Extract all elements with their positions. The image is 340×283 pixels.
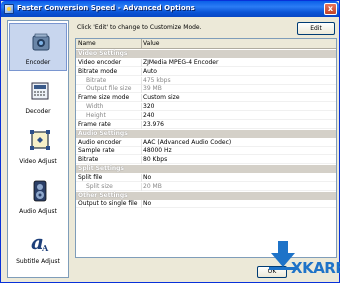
sidebar-item-encoder[interactable]: Encoder — [9, 23, 67, 71]
property-name: Output file size — [86, 85, 132, 93]
advanced-options-window: Faster Conversion Speed - Advanced Optio… — [0, 0, 340, 283]
title-bar[interactable]: Faster Conversion Speed - Advanced Optio… — [1, 1, 339, 17]
section-header-row[interactable]: Split Settings — [76, 165, 336, 174]
property-value[interactable]: Auto — [143, 68, 157, 75]
section-title: Video Settings — [78, 50, 128, 57]
sidebar-item-label: Video Adjust — [19, 158, 57, 165]
app-icon — [4, 4, 14, 14]
property-row[interactable]: Video encoder ZJMedia MPEG-4 Encoder — [76, 58, 336, 67]
property-value[interactable]: 48000 Hz — [143, 147, 172, 154]
edit-button[interactable]: Edit — [297, 22, 335, 35]
property-row[interactable]: Width 320 — [76, 103, 336, 112]
mode-hint-text: Click 'Edit' to change to Customize Mode… — [77, 24, 202, 31]
section-title: Split Settings — [78, 165, 125, 173]
property-name: Video encoder — [78, 58, 122, 66]
video-adjust-icon — [30, 130, 50, 150]
property-name: Split size — [86, 182, 113, 190]
property-value[interactable]: 240 — [143, 112, 154, 119]
decoder-icon — [31, 82, 49, 100]
sidebar-item-label: Audio Adjust — [19, 208, 57, 215]
svg-text:A: A — [41, 243, 49, 253]
property-row[interactable]: Bitrate mode Auto — [76, 67, 336, 76]
section-title: Other Settings — [78, 191, 128, 199]
property-row[interactable]: Audio encoder AAC (Advanced Audio Codec) — [76, 138, 336, 147]
sidebar-item-label: Encoder — [25, 59, 51, 66]
options-sidebar: Encoder Decoder Video Adjust Audio Adjus… — [7, 20, 69, 278]
sidebar-item-video-adjust[interactable]: Video Adjust — [9, 123, 67, 171]
watermark-logo: XKARE — [269, 241, 340, 281]
property-name: Bitrate — [86, 76, 107, 84]
sidebar-item-subtitle-adjust[interactable]: a A Subtitle Adjust — [9, 223, 67, 271]
section-header-row[interactable]: Audio Settings — [76, 129, 336, 138]
column-header-value[interactable]: Value — [143, 40, 159, 47]
window-title: Faster Conversion Speed - Advanced Optio… — [17, 4, 195, 12]
settings-grid[interactable]: Name Value Video Settings Video encoder ZJ… — [75, 38, 337, 258]
property-name: Bitrate mode — [78, 67, 118, 75]
property-value[interactable]: 23.976 — [143, 121, 164, 128]
sidebar-item-decoder[interactable]: Decoder — [9, 73, 67, 121]
property-row[interactable]: Frame size mode Custom size — [76, 94, 336, 103]
watermark-text: XKARE — [291, 259, 340, 277]
property-row[interactable]: Output to single file No — [76, 200, 336, 209]
property-name: Bitrate — [78, 156, 99, 164]
sidebar-item-audio-adjust[interactable]: Audio Adjust — [9, 173, 67, 221]
property-row[interactable]: Sample rate 48000 Hz — [76, 147, 336, 156]
property-row[interactable]: Height 240 — [76, 111, 336, 120]
property-row[interactable]: Bitrate 80 Kbps — [76, 156, 336, 165]
property-row[interactable]: Bitrate 475 kbps — [76, 76, 336, 85]
sidebar-item-label: Subtitle Adjust — [16, 258, 60, 265]
grid-header: Name Value — [76, 39, 336, 49]
property-name: Sample rate — [78, 147, 115, 155]
section-header-row[interactable]: Other Settings — [76, 191, 336, 200]
property-value[interactable]: 475 kbps — [143, 77, 171, 84]
property-value[interactable]: 80 Kbps — [143, 156, 167, 163]
property-value[interactable]: 320 — [143, 103, 154, 110]
property-value[interactable]: AAC (Advanced Audio Codec) — [143, 139, 231, 146]
subtitle-adjust-icon: a A — [31, 230, 49, 253]
property-row[interactable]: Frame rate 23.976 — [76, 120, 336, 129]
section-title: Audio Settings — [78, 129, 128, 137]
column-header-name[interactable]: Name — [78, 40, 96, 47]
property-value[interactable]: ZJMedia MPEG-4 Encoder — [143, 59, 218, 66]
sidebar-item-label: Decoder — [25, 108, 51, 115]
encoder-icon — [32, 33, 50, 51]
property-name: Split file — [78, 173, 103, 181]
property-value[interactable]: 20 MB — [143, 183, 162, 190]
column-divider[interactable] — [141, 39, 142, 49]
property-row[interactable]: Output file size 39 MB — [76, 85, 336, 94]
property-name: Frame size mode — [78, 94, 130, 102]
property-name: Audio encoder — [78, 138, 122, 146]
property-value[interactable]: 39 MB — [143, 85, 162, 92]
property-row[interactable]: Split size 20 MB — [76, 182, 336, 191]
property-value[interactable]: Custom size — [143, 94, 180, 101]
property-value[interactable]: No — [143, 174, 151, 181]
property-row[interactable]: Split file No — [76, 173, 336, 182]
section-header-row[interactable]: Video Settings — [76, 50, 336, 58]
property-value[interactable]: No — [143, 200, 151, 207]
property-name: Output to single file — [78, 200, 138, 208]
property-name: Width — [86, 103, 104, 111]
property-name: Frame rate — [78, 120, 111, 128]
close-button[interactable]: x — [324, 3, 337, 15]
property-name: Height — [86, 111, 106, 119]
audio-adjust-icon — [33, 180, 47, 202]
